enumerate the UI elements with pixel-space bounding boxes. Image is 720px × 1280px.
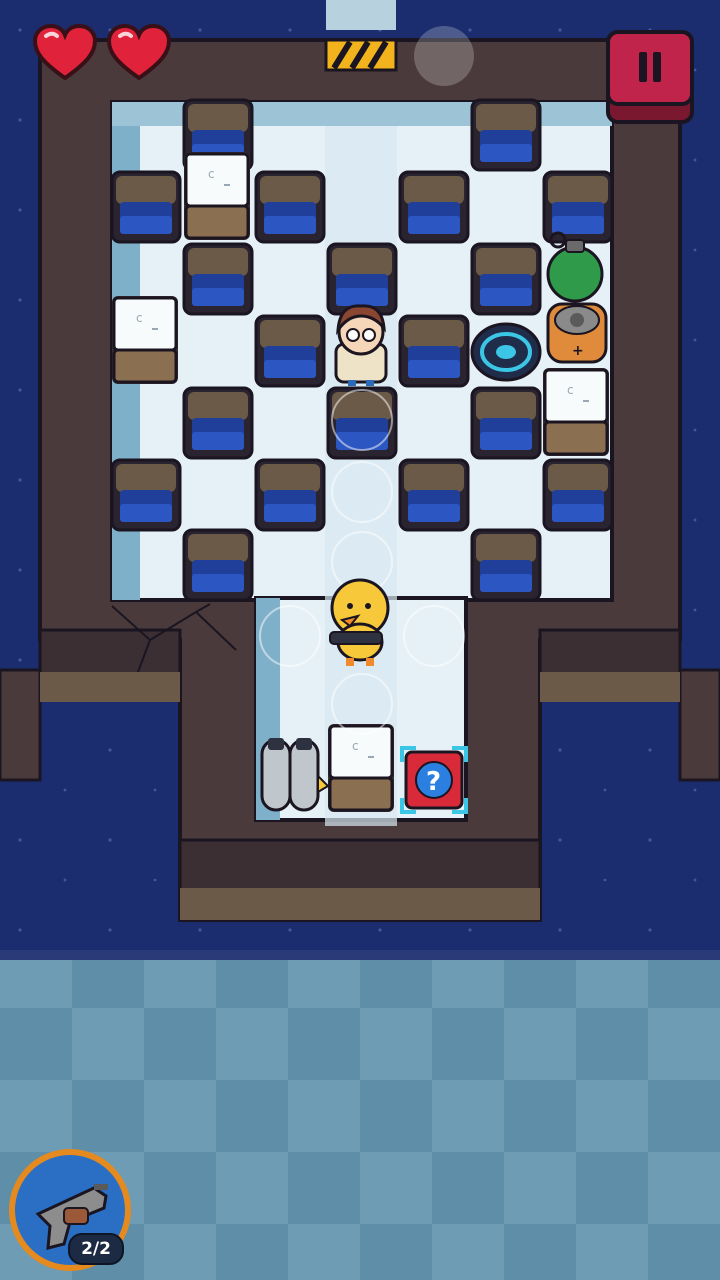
health-bar [32,24,172,82]
game-screen: c [0,0,720,1280]
pause-button[interactable] [606,30,694,124]
battery-icon[interactable]: + [546,302,608,364]
mystery-crate-icon[interactable]: ? [400,746,468,814]
svg-text:+: + [572,343,584,359]
scientist-enemy[interactable] [334,304,388,386]
game-board: c [0,0,720,1280]
svg-text:?: ? [426,767,441,797]
teleport-pad-icon[interactable] [470,322,542,382]
heart-full-icon [32,24,98,81]
heart-full-icon [106,24,172,81]
jetpack-icon[interactable] [260,738,330,812]
ammo-counter: 2/2 [68,1233,124,1265]
